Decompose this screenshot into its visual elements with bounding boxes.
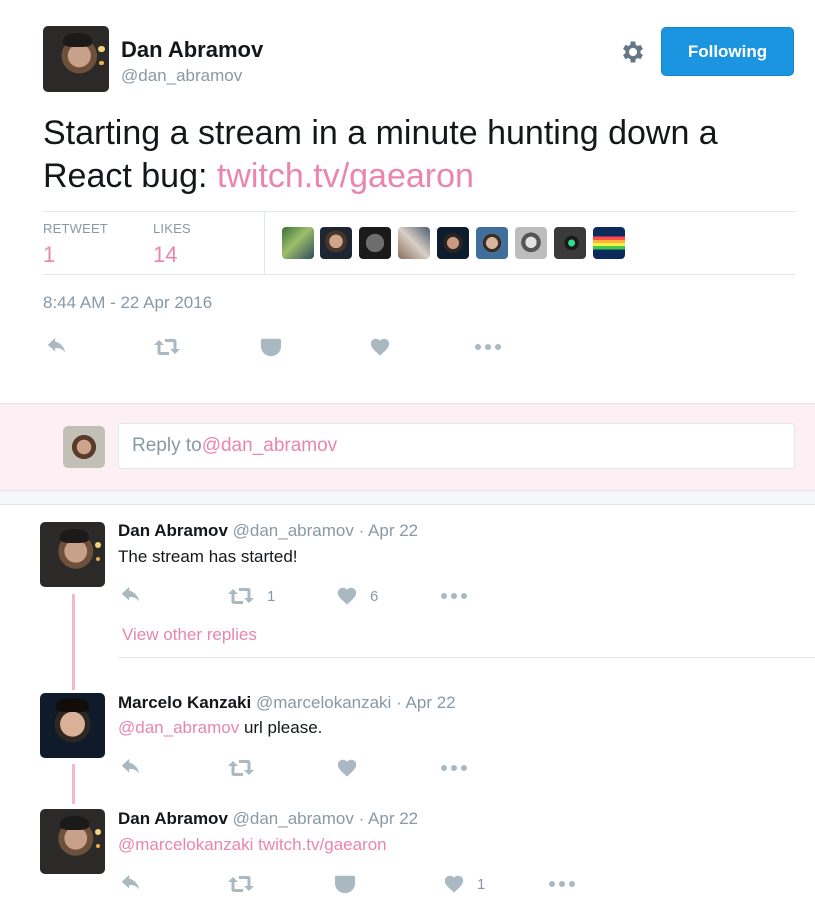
liker-avatar[interactable] bbox=[437, 227, 469, 259]
divider bbox=[118, 657, 815, 658]
reply-button[interactable] bbox=[120, 585, 142, 607]
likes-label[interactable]: LIKES bbox=[153, 221, 191, 236]
reply-avatar[interactable] bbox=[40, 809, 105, 874]
retweet-icon bbox=[227, 757, 255, 779]
reply-icon bbox=[120, 873, 142, 895]
liker-avatar[interactable] bbox=[476, 227, 508, 259]
like-button[interactable] bbox=[369, 336, 391, 358]
divider bbox=[43, 274, 795, 275]
more-icon bbox=[440, 585, 468, 607]
pocket-icon bbox=[260, 336, 282, 358]
reply-icon bbox=[120, 757, 142, 779]
tweet-link[interactable]: twitch.tv/gaearon bbox=[217, 157, 474, 195]
view-other-replies-link[interactable]: View other replies bbox=[122, 625, 257, 645]
reply-placeholder-mention: @dan_abramov bbox=[201, 435, 338, 456]
reply-author-handle[interactable]: @dan_abramov bbox=[233, 809, 354, 828]
section-gap bbox=[0, 491, 815, 505]
reply-author-handle[interactable]: @dan_abramov bbox=[233, 521, 354, 540]
reply-header: Dan Abramov @dan_abramov · Apr 22 bbox=[118, 521, 418, 541]
tweet-timestamp[interactable]: 8:44 AM - 22 Apr 2016 bbox=[43, 293, 212, 313]
author-handle[interactable]: @dan_abramov bbox=[121, 66, 242, 86]
liker-avatar[interactable] bbox=[593, 227, 625, 259]
reply-button[interactable] bbox=[46, 336, 68, 358]
heart-icon bbox=[443, 873, 465, 895]
heart-icon bbox=[336, 757, 358, 779]
more-button[interactable] bbox=[440, 757, 468, 779]
author-name[interactable]: Dan Abramov bbox=[121, 37, 263, 63]
like-button[interactable]: 6 bbox=[336, 585, 378, 607]
retweet-icon bbox=[227, 585, 255, 607]
retweet-count[interactable]: 1 bbox=[43, 242, 55, 268]
retweet-button[interactable] bbox=[227, 873, 255, 895]
more-button[interactable] bbox=[474, 336, 502, 358]
reply-author-name[interactable]: Marcelo Kanzaki bbox=[118, 693, 251, 712]
reply-date[interactable]: · Apr 22 bbox=[359, 809, 419, 828]
author-avatar[interactable] bbox=[43, 26, 109, 92]
more-button[interactable] bbox=[440, 585, 468, 607]
reply-button[interactable] bbox=[120, 757, 142, 779]
thread-line bbox=[72, 594, 75, 690]
more-button[interactable] bbox=[548, 873, 576, 895]
pocket-button[interactable] bbox=[334, 873, 356, 895]
reply-input[interactable]: Reply to @dan_abramov bbox=[118, 423, 795, 469]
likes-count[interactable]: 14 bbox=[153, 242, 177, 268]
like-button[interactable]: 1 bbox=[443, 873, 485, 895]
reply-mention[interactable]: @marcelokanzaki bbox=[118, 835, 253, 854]
reply-icon bbox=[46, 336, 68, 358]
like-button[interactable] bbox=[336, 757, 358, 779]
more-icon bbox=[548, 873, 576, 895]
heart-icon bbox=[369, 336, 391, 358]
reply-placeholder: Reply to bbox=[132, 435, 202, 456]
tweet-text: Starting a stream in a minute hunting do… bbox=[43, 112, 783, 198]
retweet-label[interactable]: RETWEET bbox=[43, 221, 108, 236]
reply-author-name[interactable]: Dan Abramov bbox=[118, 809, 228, 828]
liker-avatar[interactable] bbox=[320, 227, 352, 259]
divider bbox=[43, 211, 795, 212]
like-count: 1 bbox=[477, 875, 486, 893]
liker-avatar[interactable] bbox=[554, 227, 586, 259]
reply-icon bbox=[120, 585, 142, 607]
reply-date[interactable]: · Apr 22 bbox=[396, 693, 456, 712]
pocket-icon bbox=[334, 873, 356, 895]
liker-avatar[interactable] bbox=[359, 227, 391, 259]
reply-text: @marcelokanzaki twitch.tv/gaearon bbox=[118, 835, 387, 855]
reply-text-body: url please. bbox=[239, 718, 323, 737]
more-icon bbox=[474, 336, 502, 358]
reply-text: The stream has started! bbox=[118, 547, 298, 566]
reply-author-handle[interactable]: @marcelokanzaki bbox=[256, 693, 391, 712]
retweet-count: 1 bbox=[267, 587, 276, 605]
liker-avatar[interactable] bbox=[398, 227, 430, 259]
current-user-avatar bbox=[63, 426, 105, 468]
reply-link[interactable]: twitch.tv/gaearon bbox=[258, 835, 387, 854]
reply-text: @dan_abramov url please. bbox=[118, 718, 322, 738]
heart-icon bbox=[336, 585, 358, 607]
thread-line bbox=[72, 764, 75, 804]
retweet-button[interactable] bbox=[227, 757, 255, 779]
more-icon bbox=[440, 757, 468, 779]
like-count: 6 bbox=[370, 587, 379, 605]
retweet-button[interactable] bbox=[153, 336, 181, 358]
reply-avatar[interactable] bbox=[40, 522, 105, 587]
reply-button[interactable] bbox=[120, 873, 142, 895]
stats-divider bbox=[264, 212, 265, 274]
pocket-button[interactable] bbox=[260, 336, 282, 358]
reply-mention[interactable]: @dan_abramov bbox=[118, 718, 239, 737]
reply-date[interactable]: · Apr 22 bbox=[359, 521, 419, 540]
reply-header: Dan Abramov @dan_abramov · Apr 22 bbox=[118, 809, 418, 829]
retweet-icon bbox=[153, 336, 181, 358]
following-button[interactable]: Following bbox=[661, 27, 794, 76]
retweet-button[interactable]: 1 bbox=[227, 585, 275, 607]
liker-avatar[interactable] bbox=[282, 227, 314, 259]
retweet-icon bbox=[227, 873, 255, 895]
gear-icon[interactable] bbox=[619, 38, 647, 66]
liker-avatar[interactable] bbox=[515, 227, 547, 259]
reply-header: Marcelo Kanzaki @marcelokanzaki · Apr 22 bbox=[118, 693, 456, 713]
reply-avatar[interactable] bbox=[40, 693, 105, 758]
reply-author-name[interactable]: Dan Abramov bbox=[118, 521, 228, 540]
